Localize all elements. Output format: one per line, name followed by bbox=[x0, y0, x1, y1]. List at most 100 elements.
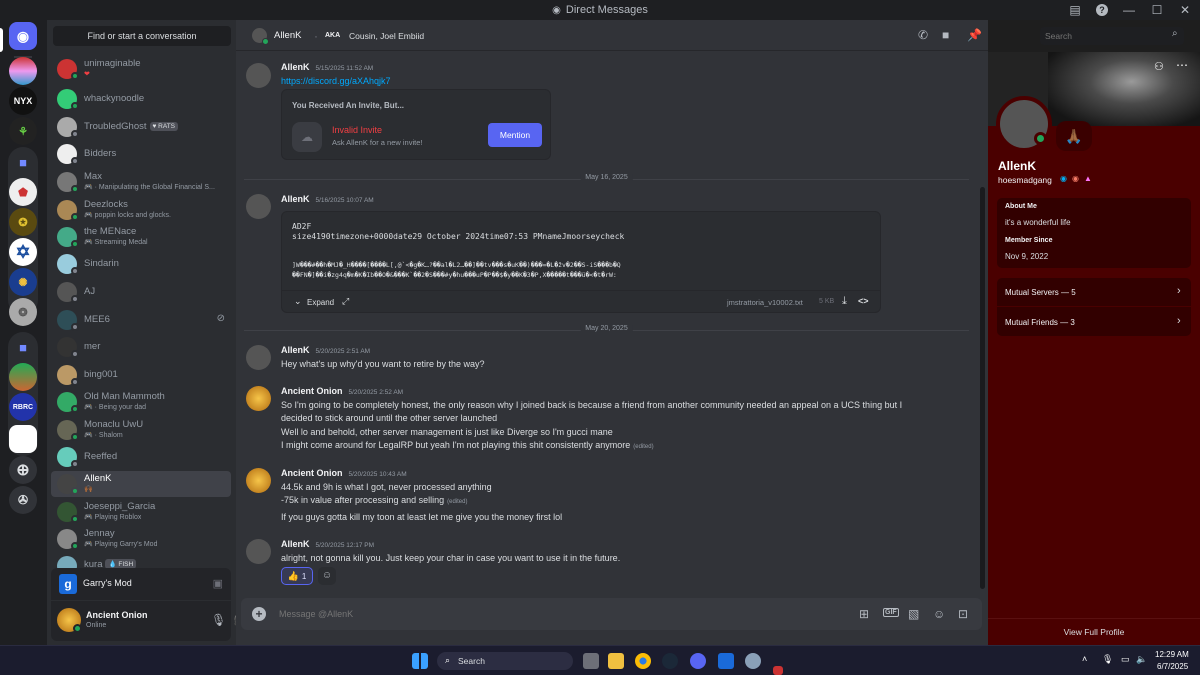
taskbar-search[interactable]: ⌕ Search bbox=[437, 652, 573, 670]
dm-item[interactable]: Reeffed bbox=[51, 444, 231, 470]
clock-time[interactable]: 12:29 AM bbox=[1155, 650, 1189, 659]
invite-link[interactable]: https://discord.gg/aXAhqjk7 bbox=[281, 76, 391, 86]
file-explorer-icon[interactable] bbox=[608, 653, 624, 669]
dm-item[interactable]: AJ bbox=[51, 279, 231, 305]
dm-item[interactable]: MEE6 ⊘ bbox=[51, 307, 231, 333]
app-taskbar-icon[interactable] bbox=[773, 666, 783, 675]
view-full-profile-link[interactable]: View Full Profile bbox=[988, 627, 1200, 637]
dm-item[interactable]: Bidders bbox=[51, 141, 231, 167]
message-input[interactable] bbox=[279, 606, 839, 622]
author-avatar[interactable] bbox=[246, 345, 271, 370]
author-name[interactable]: AllenK bbox=[281, 345, 310, 355]
inbox-icon[interactable]: ▤ bbox=[1068, 3, 1082, 17]
emoji-icon[interactable]: ☺ bbox=[933, 607, 945, 621]
expand-button[interactable]: Expand bbox=[307, 298, 334, 307]
author-avatar[interactable] bbox=[246, 386, 271, 411]
discover-button[interactable]: ✇ bbox=[9, 486, 37, 514]
sticker-icon[interactable]: ▧ bbox=[908, 607, 919, 621]
header-name[interactable]: AllenK bbox=[274, 30, 301, 41]
windows-start-icon[interactable] bbox=[412, 653, 428, 669]
search-input[interactable] bbox=[1040, 27, 1184, 45]
author-avatar[interactable] bbox=[246, 468, 271, 493]
dm-item[interactable]: Old Man Mammoth 🎮 · Being your dad bbox=[51, 389, 231, 415]
upload-plus-icon[interactable]: + bbox=[252, 607, 266, 621]
dm-item[interactable]: TroubledGhost ♥ RATS bbox=[51, 114, 231, 140]
home-button[interactable]: ◉ bbox=[9, 22, 37, 50]
author-avatar[interactable] bbox=[246, 194, 271, 219]
server-icon[interactable]: ✺ bbox=[9, 268, 37, 296]
dm-item[interactable]: mer bbox=[51, 334, 231, 360]
tray-volume-icon[interactable]: 🔈 bbox=[1136, 654, 1147, 665]
discord-taskbar-icon[interactable] bbox=[690, 653, 706, 669]
server-icon[interactable]: ✡ bbox=[9, 238, 37, 266]
remove-dm-icon[interactable]: ⊘ bbox=[217, 313, 225, 324]
task-view-icon[interactable] bbox=[583, 653, 599, 669]
fullscreen-icon[interactable]: ⤢ bbox=[342, 296, 349, 307]
gif-icon[interactable]: GIF bbox=[883, 608, 899, 617]
reaction[interactable]: 👍 1 bbox=[281, 567, 313, 585]
file-name[interactable]: jmstrattoria_v10002.txt bbox=[727, 298, 803, 307]
server-icon[interactable] bbox=[9, 363, 37, 391]
add-reaction-button[interactable]: ☺ bbox=[318, 567, 336, 585]
author-name[interactable]: AllenK bbox=[281, 194, 310, 204]
apps-icon[interactable]: ⊡ bbox=[958, 607, 968, 621]
server-icon[interactable]: ⚘ bbox=[9, 117, 37, 145]
pin-icon[interactable]: 📌 bbox=[967, 28, 982, 42]
garrys-mod-taskbar-icon[interactable] bbox=[718, 653, 734, 669]
tray-mic-icon[interactable]: 🎙 bbox=[1102, 654, 1113, 665]
voice-call-icon[interactable]: ✆ bbox=[918, 28, 928, 42]
chevron-down-icon[interactable]: ⌄ bbox=[294, 296, 302, 307]
author-avatar[interactable] bbox=[246, 539, 271, 564]
steam-icon[interactable] bbox=[662, 653, 678, 669]
help-icon[interactable]: ? bbox=[1096, 4, 1108, 16]
activity-panel[interactable]: g Garry's Mod ▣ bbox=[51, 568, 231, 600]
gift-icon[interactable]: ⊞ bbox=[859, 607, 869, 621]
dm-item[interactable]: Monaclu UwU 🎮 · Shalom bbox=[51, 417, 231, 443]
video-call-icon[interactable]: ■ bbox=[942, 28, 949, 42]
scrollbar[interactable] bbox=[980, 187, 985, 589]
server-icon[interactable]: ❂ bbox=[9, 298, 37, 326]
server-icon[interactable] bbox=[9, 57, 37, 85]
dm-item[interactable]: whackynoodle bbox=[51, 86, 231, 112]
code-view-icon[interactable]: <> bbox=[858, 296, 869, 306]
microphone-icon[interactable]: 🎙 bbox=[211, 613, 226, 627]
clock-date[interactable]: 6/7/2025 bbox=[1157, 662, 1188, 671]
close-button[interactable]: ✕ bbox=[1178, 3, 1192, 17]
dm-item[interactable]: bing001 bbox=[51, 362, 231, 388]
server-icon[interactable]: ✪ bbox=[9, 208, 37, 236]
dm-item[interactable]: Deezlocks 🎮 poppin locks and glocks. bbox=[51, 197, 231, 223]
dm-item[interactable]: Joeseppi_Garcia 🎮 Playing Roblox bbox=[51, 499, 231, 525]
author-avatar[interactable] bbox=[246, 63, 271, 88]
mention-button[interactable]: Mention bbox=[488, 123, 542, 147]
find-conversation-button[interactable]: Find or start a conversation bbox=[53, 26, 231, 46]
author-name[interactable]: Ancient Onion bbox=[281, 386, 343, 396]
add-friend-icon[interactable]: ⚇ bbox=[1154, 60, 1164, 73]
dm-item[interactable]: the MENace 🎮 Streaming Medal bbox=[51, 224, 231, 250]
minimize-button[interactable]: — bbox=[1122, 3, 1136, 17]
dm-item[interactable]: Sindarin bbox=[51, 251, 231, 277]
tray-chevron-icon[interactable]: ˄ bbox=[1082, 654, 1087, 664]
mutual-friends-row[interactable]: Mutual Friends — 3 › bbox=[997, 307, 1191, 336]
add-server-button[interactable]: ⊕ bbox=[9, 456, 37, 484]
download-icon[interactable]: ⤓ bbox=[842, 295, 847, 308]
dm-item[interactable]: Max 🎮 · Manipulating the Global Financial… bbox=[51, 169, 231, 195]
dm-item-allenk[interactable]: AllenK 🙌🏾 bbox=[51, 471, 231, 497]
server-icon[interactable]: ⬟ bbox=[9, 178, 37, 206]
author-name[interactable]: AllenK bbox=[281, 62, 310, 72]
folder-icon[interactable]: ■ bbox=[9, 148, 37, 176]
settings-taskbar-icon[interactable] bbox=[745, 653, 761, 669]
author-name[interactable]: AllenK bbox=[281, 539, 310, 549]
activity-settings-icon[interactable]: ▣ bbox=[213, 577, 223, 590]
server-icon[interactable] bbox=[9, 425, 37, 453]
author-name[interactable]: Ancient Onion bbox=[281, 468, 343, 478]
server-fdl[interactable]: RBRC bbox=[9, 393, 37, 421]
more-options-icon[interactable]: ⋯ bbox=[1176, 58, 1188, 72]
server-nyx[interactable]: NYX bbox=[9, 87, 37, 115]
chrome-icon[interactable] bbox=[635, 653, 651, 669]
tray-network-icon[interactable]: ▭ bbox=[1121, 654, 1130, 665]
maximize-button[interactable]: ☐ bbox=[1150, 3, 1164, 17]
dm-item[interactable]: unimaginable ❤ bbox=[51, 56, 231, 82]
mutual-servers-row[interactable]: Mutual Servers — 5 › bbox=[997, 278, 1191, 307]
folder-icon[interactable]: ■ bbox=[9, 333, 37, 361]
dm-item[interactable]: Jennay 🎮 Playing Garry's Mod bbox=[51, 526, 231, 552]
